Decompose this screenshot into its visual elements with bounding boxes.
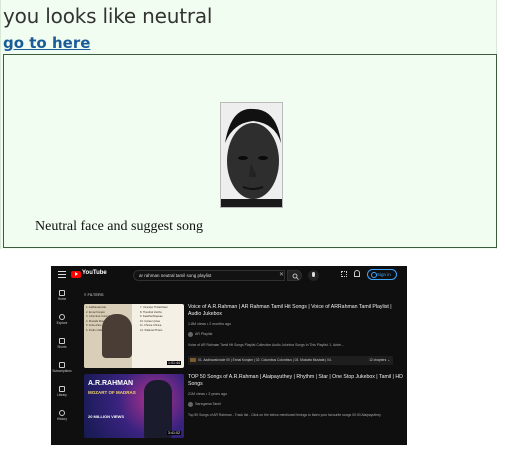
youtube-topbar: YouTube ar rahman neutral tamil song pla… (51, 266, 407, 284)
captured-face-image (220, 102, 283, 208)
youtube-screenshot: YouTube ar rahman neutral tamil song pla… (51, 266, 407, 445)
sidebar-item-library[interactable]: Library (51, 384, 73, 404)
video-description: Voice of AR Rahman Tamil Hit Songs Playl… (188, 343, 344, 347)
sidebar-item-explore[interactable]: Explore (51, 312, 73, 332)
sidebar-item-subscriptions[interactable]: Subscriptions (51, 360, 73, 380)
go-to-here-link[interactable]: go to here (3, 34, 90, 52)
search-button[interactable] (287, 270, 302, 281)
library-icon (59, 386, 65, 392)
channel-name[interactable]: Saregama Tamil (195, 402, 221, 406)
shorts-icon (59, 338, 65, 344)
thumbnail-subtitle: MOZART OF MADRAS (88, 390, 136, 395)
thumbnail-portrait (102, 314, 132, 358)
compass-icon (59, 314, 65, 320)
search-result[interactable]: A.R.RAHMAN MOZART OF MADRAS 20 MILLION V… (84, 374, 404, 445)
video-title[interactable]: TOP 50 Songs of A.R.Rahman | Alaipayuthe… (188, 374, 404, 388)
video-duration: 1:01:44 (167, 361, 181, 365)
chapters-text: 01. Aadhavaknode 00 | Ennai Konjam | 02.… (198, 358, 332, 362)
sidebar-item-history[interactable]: History (51, 408, 73, 428)
thumbnail-track-item: 12. Sollamal Thottu (140, 328, 163, 332)
sidebar-item-shorts[interactable]: Shorts (51, 336, 73, 356)
settings-icon[interactable] (354, 270, 360, 277)
sign-in-button[interactable]: Sign in (367, 269, 397, 280)
chapters-more-button[interactable]: 12 chapters ⌄ (369, 358, 390, 362)
clear-search-icon[interactable]: ✕ (279, 271, 284, 278)
video-duration: 3:41:02 (167, 431, 181, 435)
apps-grid-icon[interactable] (341, 271, 347, 277)
video-thumbnail[interactable]: 1. Aadhavaknode 2. Ennai Konjam 3. Columbu… (84, 304, 184, 368)
video-title[interactable]: Voice of A.R.Rahman | AR Rahman Tamil Hi… (188, 304, 404, 318)
history-icon (59, 410, 65, 416)
thumbnail-tracklist-right: 7. Usuraiye Tholaichaen 8. Thendral Vanth… (140, 306, 184, 366)
hamburger-menu-icon[interactable] (58, 271, 66, 278)
search-result[interactable]: 1. Aadhavaknode 2. Ennai Konjam 3. Columbu… (84, 304, 404, 377)
subscriptions-icon (59, 362, 65, 368)
channel-avatar[interactable] (188, 332, 193, 337)
filters-button[interactable]: FILTERS (84, 292, 103, 297)
search-icon (292, 273, 299, 280)
youtube-search-input[interactable]: ar rahman neutral tamil song playlist (133, 270, 285, 281)
suggestion-caption: Neutral face and suggest song (35, 219, 203, 234)
face-panel: Neutral face and suggest song (3, 54, 497, 248)
video-description: Top 50 Songs of AR Rahman - Track list -… (188, 413, 381, 417)
thumbnail-tag: 20 MILLION VIEWS (88, 414, 125, 419)
page-body: you looks like neutral go to here Neutra… (0, 0, 497, 249)
microphone-icon[interactable] (308, 270, 319, 281)
video-meta: 21M views • 3 years ago (188, 392, 228, 396)
sidebar-item-home[interactable]: Home (51, 288, 73, 308)
chapters-bar[interactable]: 01. Aadhavaknode 00 | Ennai Konjam | 02.… (188, 356, 393, 365)
youtube-sidebar: Home Explore Shorts Subscriptions Librar… (51, 288, 73, 438)
home-icon (59, 290, 65, 296)
mood-heading: you looks like neutral (3, 4, 213, 28)
video-thumbnail[interactable]: A.R.RAHMAN MOZART OF MADRAS 20 MILLION V… (84, 374, 184, 438)
thumbnail-portrait (144, 380, 172, 438)
video-meta: 1.8M views • 2 months ago (188, 322, 232, 326)
thumbnail-title: A.R.RAHMAN (88, 380, 134, 387)
play-icon (75, 272, 78, 276)
channel-avatar[interactable] (188, 402, 193, 407)
channel-name[interactable]: AR Playlist (195, 332, 212, 336)
youtube-logo-text[interactable]: YouTube (82, 270, 107, 276)
